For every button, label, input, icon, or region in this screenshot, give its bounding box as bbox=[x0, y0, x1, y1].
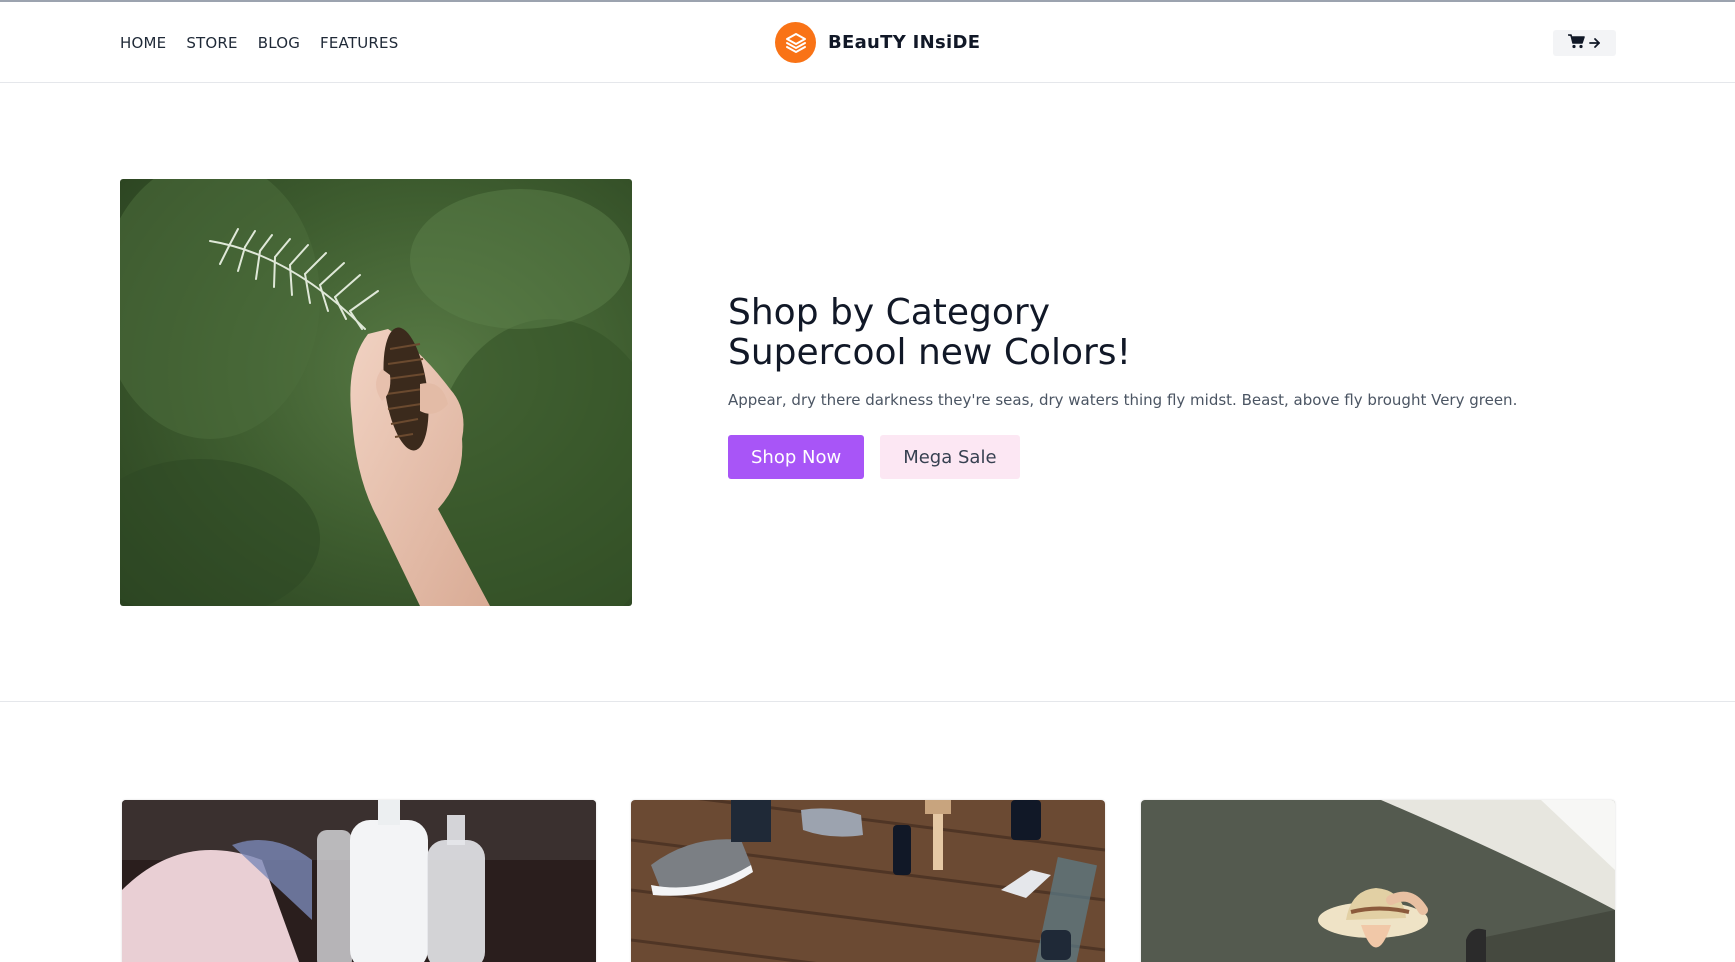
brand[interactable]: BEauTY INsiDE bbox=[775, 22, 980, 63]
section-divider bbox=[0, 701, 1735, 702]
cart-icon bbox=[1568, 33, 1585, 53]
nav-features[interactable]: FEATURES bbox=[320, 34, 398, 52]
site-header: HOME STORE BLOG FEATURES BEauTY INsiDE bbox=[0, 2, 1735, 83]
hero-buttons: Shop Now Mega Sale bbox=[728, 435, 1528, 479]
arrow-right-icon bbox=[1589, 34, 1601, 53]
hero-content: Shop by Category Supercool new Colors! A… bbox=[728, 293, 1528, 479]
hero-description: Appear, dry there darkness they're seas,… bbox=[728, 391, 1518, 409]
cart-button[interactable] bbox=[1553, 30, 1616, 56]
category-card-2[interactable] bbox=[631, 800, 1105, 962]
main-nav: HOME STORE BLOG FEATURES bbox=[120, 34, 398, 52]
hero-title-line2: Supercool new Colors! bbox=[728, 332, 1131, 373]
nav-blog[interactable]: BLOG bbox=[258, 34, 300, 52]
brand-name: BEauTY INsiDE bbox=[828, 32, 981, 53]
category-card-1[interactable] bbox=[122, 800, 596, 962]
hero-image bbox=[120, 179, 632, 606]
layers-icon bbox=[775, 22, 816, 63]
nav-store[interactable]: STORE bbox=[186, 34, 237, 52]
hero-title-line1: Shop by Category bbox=[728, 292, 1051, 333]
category-card-3[interactable] bbox=[1141, 800, 1615, 962]
woman-hat-image bbox=[1141, 800, 1615, 962]
sneakers-image bbox=[631, 800, 1105, 962]
hero-title: Shop by Category Supercool new Colors! bbox=[728, 293, 1528, 373]
nav-home[interactable]: HOME bbox=[120, 34, 166, 52]
shop-now-button[interactable]: Shop Now bbox=[728, 435, 865, 479]
mega-sale-button[interactable]: Mega Sale bbox=[880, 435, 1020, 479]
cosmetics-image bbox=[122, 800, 596, 962]
